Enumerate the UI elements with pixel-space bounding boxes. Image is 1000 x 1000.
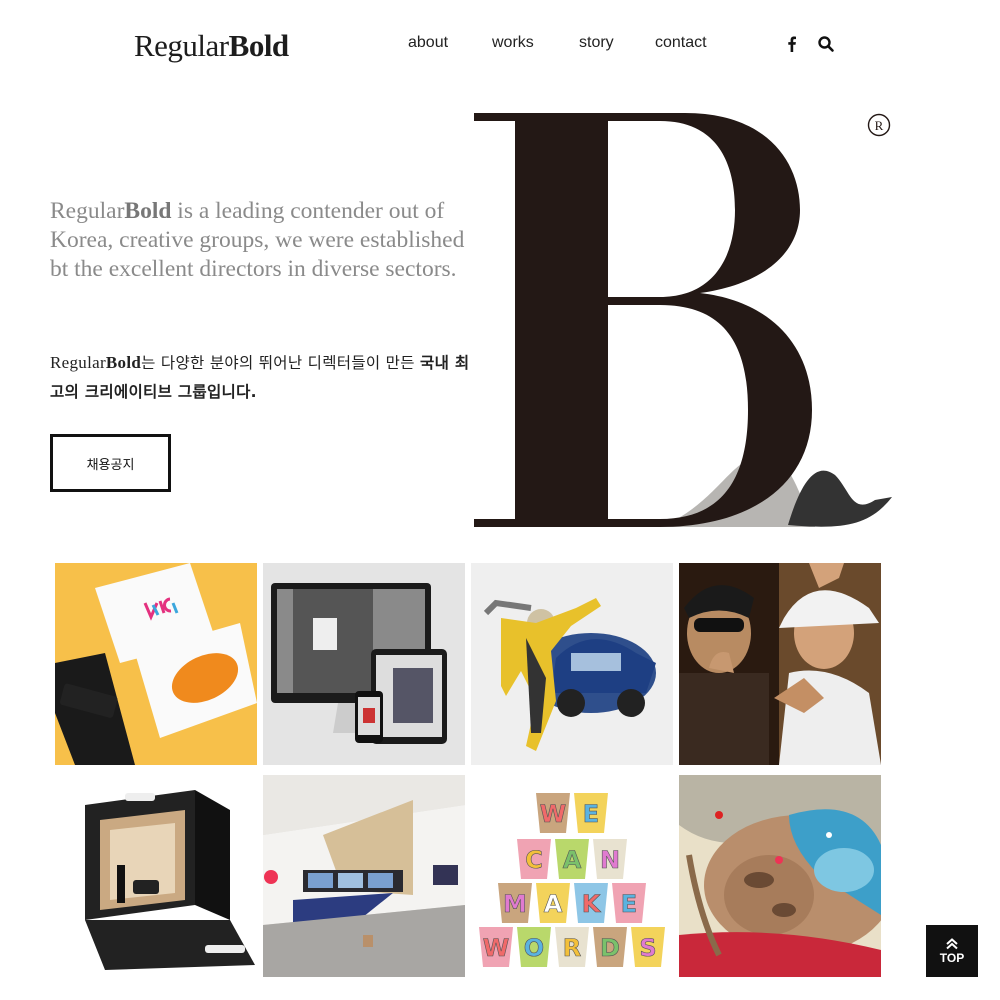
registered-mark: R <box>875 118 884 133</box>
cup-letter-k: K <box>574 883 608 923</box>
hero-logo-letter: R <box>474 113 892 527</box>
intro-korean: RegularBold는 다양한 분야의 뛰어난 디렉터들이 만든 국내 최고의… <box>50 353 470 401</box>
work-tile-portraits[interactable] <box>679 563 881 765</box>
work-tile-hero-car[interactable] <box>471 563 673 765</box>
recruit-button[interactable]: 채용공지 <box>50 434 171 492</box>
work-tile-exhibition[interactable] <box>263 775 465 977</box>
cup-letter-o: O <box>517 927 551 967</box>
cup-letter-e: E <box>574 793 608 833</box>
cup-letter-s: S <box>631 927 665 967</box>
svg-text:W: W <box>540 800 566 828</box>
search-icon[interactable] <box>817 35 835 53</box>
svg-text:O: O <box>524 934 544 962</box>
site-logo[interactable]: RegularBold <box>134 28 289 64</box>
svg-text:W: W <box>483 934 509 962</box>
work-tile-surreal-beach[interactable] <box>679 775 881 977</box>
svg-text:D: D <box>600 934 620 962</box>
work-tile-jtbc-cards[interactable] <box>55 563 257 765</box>
svg-text:E: E <box>583 800 599 828</box>
facebook-icon[interactable] <box>783 35 801 53</box>
cup-letter-d: D <box>593 927 627 967</box>
cup-letter-a: A <box>555 839 589 879</box>
cup-letter-e: E <box>612 883 646 923</box>
svg-text:A: A <box>563 846 582 874</box>
svg-text:R: R <box>563 934 581 962</box>
works-grid: WECANMAKEWORDS <box>55 563 881 977</box>
cup-letter-r: R <box>555 927 589 967</box>
cup-letter-w: W <box>536 793 570 833</box>
nav-about[interactable]: about <box>408 34 448 52</box>
svg-text:N: N <box>600 846 620 874</box>
cup-letter-w: W <box>479 927 513 967</box>
cup-letter-c: C <box>517 839 551 879</box>
svg-text:M: M <box>503 890 527 918</box>
scroll-top-button[interactable]: TOP <box>926 925 978 977</box>
chevron-up-double-icon <box>946 937 958 949</box>
work-tile-words-cups[interactable]: WECANMAKEWORDS <box>471 775 673 977</box>
intro-english: RegularBold is a leading contender out o… <box>50 198 465 282</box>
work-tile-cosmetic-package[interactable] <box>55 775 257 977</box>
cup-letter-m: M <box>498 883 532 923</box>
svg-text:S: S <box>639 934 656 962</box>
cup-letter-n: N <box>593 839 627 879</box>
svg-text:E: E <box>621 890 637 918</box>
svg-text:K: K <box>582 890 602 918</box>
nav-story[interactable]: story <box>579 34 614 52</box>
cup-letter-a: A <box>536 883 570 923</box>
work-tile-research-web[interactable] <box>263 563 465 765</box>
svg-text:A: A <box>544 890 563 918</box>
svg-text:C: C <box>525 846 543 874</box>
nav-contact[interactable]: contact <box>655 34 707 52</box>
nav-works[interactable]: works <box>492 34 534 52</box>
